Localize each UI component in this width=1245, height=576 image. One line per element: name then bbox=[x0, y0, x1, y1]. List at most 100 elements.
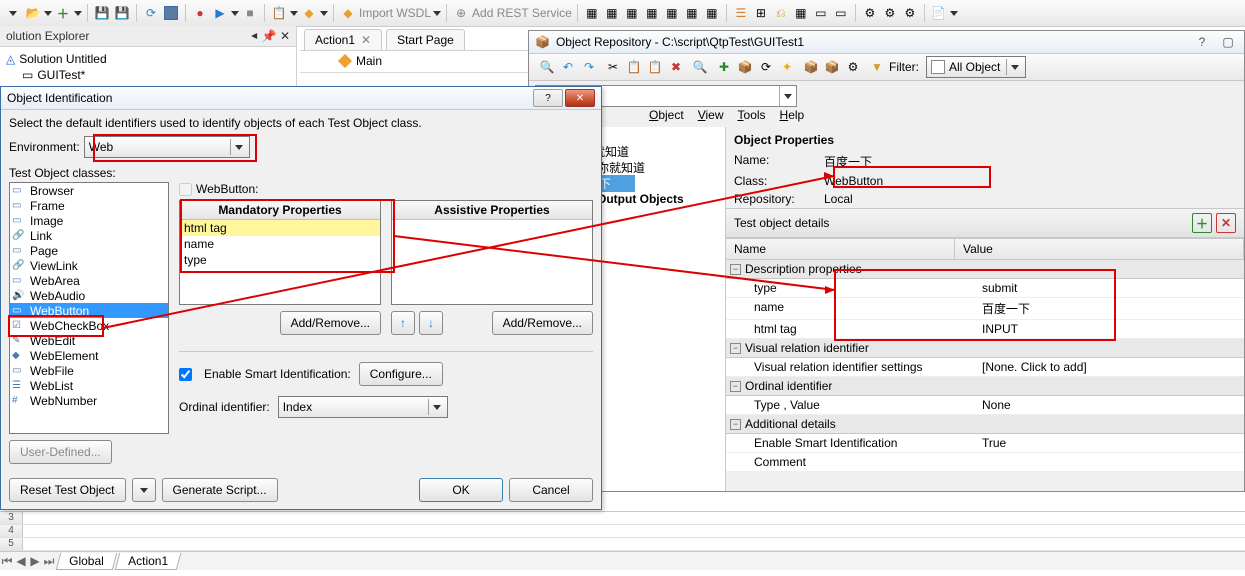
clipboard-icon[interactable]: 📋 bbox=[270, 4, 288, 22]
or-update-icon[interactable]: ⟳ bbox=[757, 58, 775, 76]
or-addobj-icon[interactable]: 📦 bbox=[736, 58, 754, 76]
class-item-frame[interactable]: ▭Frame bbox=[10, 198, 168, 213]
grid1-icon[interactable]: ▦ bbox=[583, 4, 601, 22]
class-item-image[interactable]: ▭Image bbox=[10, 213, 168, 228]
menu-help[interactable]: Help bbox=[780, 108, 805, 122]
ordinal-combo[interactable]: Index bbox=[278, 396, 448, 418]
collapse-icon[interactable]: − bbox=[730, 264, 741, 275]
tod-row[interactable]: name百度一下 bbox=[726, 298, 1244, 320]
or-highlight-icon[interactable]: ✦ bbox=[778, 58, 796, 76]
mandatory-item[interactable]: type bbox=[180, 252, 380, 268]
tod-row[interactable]: html tagINPUT bbox=[726, 320, 1244, 339]
collapse-icon[interactable]: − bbox=[730, 343, 741, 354]
add-rest-button[interactable]: Add REST Service bbox=[472, 6, 572, 20]
tod-row[interactable]: Type , ValueNone bbox=[726, 396, 1244, 415]
move-down-button[interactable]: ↓ bbox=[419, 311, 443, 335]
or-help-button[interactable]: ? bbox=[1192, 34, 1212, 50]
collapse-icon[interactable]: − bbox=[730, 381, 741, 392]
class-item-webcheckbox[interactable]: ☑WebCheckBox bbox=[10, 318, 168, 333]
run-icon[interactable]: ▶ bbox=[211, 4, 229, 22]
class-item-browser[interactable]: ▭Browser bbox=[10, 183, 168, 198]
collapse-icon[interactable]: − bbox=[730, 419, 741, 430]
menu-object[interactable]: Object bbox=[649, 108, 684, 122]
stop-icon[interactable]: ■ bbox=[241, 4, 259, 22]
or-add-icon[interactable]: ✚ bbox=[715, 58, 733, 76]
tool3-icon[interactable]: ▦ bbox=[792, 4, 810, 22]
list-icon[interactable]: ☰ bbox=[732, 4, 750, 22]
menu-view[interactable]: View bbox=[698, 108, 724, 122]
open-icon[interactable]: 📂 bbox=[24, 4, 42, 22]
or-titlebar[interactable]: 📦 Object Repository - C:\script\QtpTest\… bbox=[529, 31, 1244, 54]
close-panel-icon[interactable]: ✕ bbox=[280, 29, 290, 43]
or-3d2-icon[interactable]: 📦 bbox=[823, 58, 841, 76]
spy1-icon[interactable]: ⚙ bbox=[861, 4, 879, 22]
sheet-next-icon[interactable]: ▶ bbox=[28, 554, 42, 568]
sheet-first-icon[interactable]: ⏮ bbox=[0, 554, 14, 569]
or-filter-icon[interactable]: ▼ bbox=[868, 58, 886, 76]
class-item-weblist[interactable]: ☰WebList bbox=[10, 378, 168, 393]
tab-startpage[interactable]: Start Page bbox=[386, 29, 465, 50]
tod-row[interactable]: Visual relation identifier settings[None… bbox=[726, 358, 1244, 377]
save-all-icon[interactable]: 💾 bbox=[113, 4, 131, 22]
tool5-icon[interactable]: ▭ bbox=[832, 4, 850, 22]
save-icon[interactable]: 💾 bbox=[93, 4, 111, 22]
solution-root[interactable]: Solution Untitled bbox=[19, 52, 106, 66]
open-dropdown[interactable] bbox=[44, 11, 52, 16]
assistive-list[interactable] bbox=[392, 220, 592, 304]
tab-action1[interactable]: Action1✕ bbox=[304, 29, 382, 50]
tool4-icon[interactable]: ▭ bbox=[812, 4, 830, 22]
tod-add-button[interactable]: ＋ bbox=[1192, 213, 1212, 233]
chevron-down-icon[interactable] bbox=[1006, 59, 1023, 75]
spy3-icon[interactable]: ⚙ bbox=[901, 4, 919, 22]
reset-dropdown[interactable] bbox=[132, 478, 156, 502]
or-delete-icon[interactable]: ✖ bbox=[667, 58, 685, 76]
mandatory-item[interactable]: name bbox=[180, 236, 380, 252]
cancel-button[interactable]: Cancel bbox=[509, 478, 593, 502]
mandatory-list[interactable]: html tagnametype bbox=[180, 220, 380, 304]
grid5-icon[interactable]: ▦ bbox=[663, 4, 681, 22]
class-item-webarea[interactable]: ▭WebArea bbox=[10, 273, 168, 288]
smart-id-checkbox[interactable] bbox=[179, 368, 192, 381]
spy2-icon[interactable]: ⚙ bbox=[881, 4, 899, 22]
dropdown-icon[interactable]: 📌 bbox=[262, 29, 277, 43]
pin-icon[interactable]: ▾ bbox=[248, 33, 262, 39]
db-icon[interactable] bbox=[162, 4, 180, 22]
or-max-button[interactable]: ▢ bbox=[1218, 34, 1238, 50]
add-icon[interactable]: ＋ bbox=[54, 4, 72, 22]
or-find-icon[interactable]: 🔍 bbox=[691, 58, 709, 76]
class-item-viewlink[interactable]: 🔗ViewLink bbox=[10, 258, 168, 273]
sheet-tab-global[interactable]: Global bbox=[56, 553, 117, 570]
export-icon[interactable]: 📄 bbox=[930, 4, 948, 22]
tod-remove-button[interactable]: ✕ bbox=[1216, 213, 1236, 233]
import-wsdl-button[interactable]: Import WSDL bbox=[359, 6, 431, 20]
chevron-down-icon[interactable] bbox=[230, 139, 247, 155]
or-copy-icon[interactable]: 📋 bbox=[625, 58, 643, 76]
sheet-last-icon[interactable]: ⏭ bbox=[42, 554, 56, 569]
move-up-button[interactable]: ↑ bbox=[391, 311, 415, 335]
solution-tree[interactable]: ◬Solution Untitled ▭GUITest* bbox=[0, 47, 296, 87]
new-dropdown[interactable] bbox=[4, 4, 22, 22]
user-defined-button[interactable]: User-Defined... bbox=[9, 440, 112, 464]
grid6-icon[interactable]: ▦ bbox=[683, 4, 701, 22]
configure-button[interactable]: Configure... bbox=[359, 362, 443, 386]
refresh-icon[interactable]: ⟳ bbox=[142, 4, 160, 22]
tod-row[interactable]: Enable Smart IdentificationTrue bbox=[726, 434, 1244, 453]
tool2-icon[interactable]: ⎌ bbox=[772, 4, 790, 22]
or-cut-icon[interactable]: ✂ bbox=[604, 58, 622, 76]
class-item-webedit[interactable]: ✎WebEdit bbox=[10, 333, 168, 348]
add-dropdown[interactable] bbox=[74, 11, 82, 16]
class-item-webnumber[interactable]: #WebNumber bbox=[10, 393, 168, 408]
class-item-webbutton[interactable]: ▭WebButton bbox=[10, 303, 168, 318]
sheet-tab-action1[interactable]: Action1 bbox=[114, 553, 181, 570]
help-button[interactable]: ? bbox=[533, 89, 563, 107]
or-filter-combo[interactable]: All Object bbox=[926, 56, 1026, 78]
menu-tools[interactable]: Tools bbox=[738, 108, 766, 122]
grid2-icon[interactable]: ▦ bbox=[603, 4, 621, 22]
environment-combo[interactable]: Web bbox=[84, 136, 250, 158]
generate-script-button[interactable]: Generate Script... bbox=[162, 478, 278, 502]
tod-row[interactable]: Comment bbox=[726, 453, 1244, 472]
dialog-titlebar[interactable]: Object Identification ? ✕ bbox=[1, 87, 601, 110]
close-tab-icon[interactable]: ✕ bbox=[361, 33, 371, 47]
or-tool-undo-icon[interactable]: ↶ bbox=[559, 58, 577, 76]
sheet-prev-icon[interactable]: ◀ bbox=[14, 554, 28, 568]
